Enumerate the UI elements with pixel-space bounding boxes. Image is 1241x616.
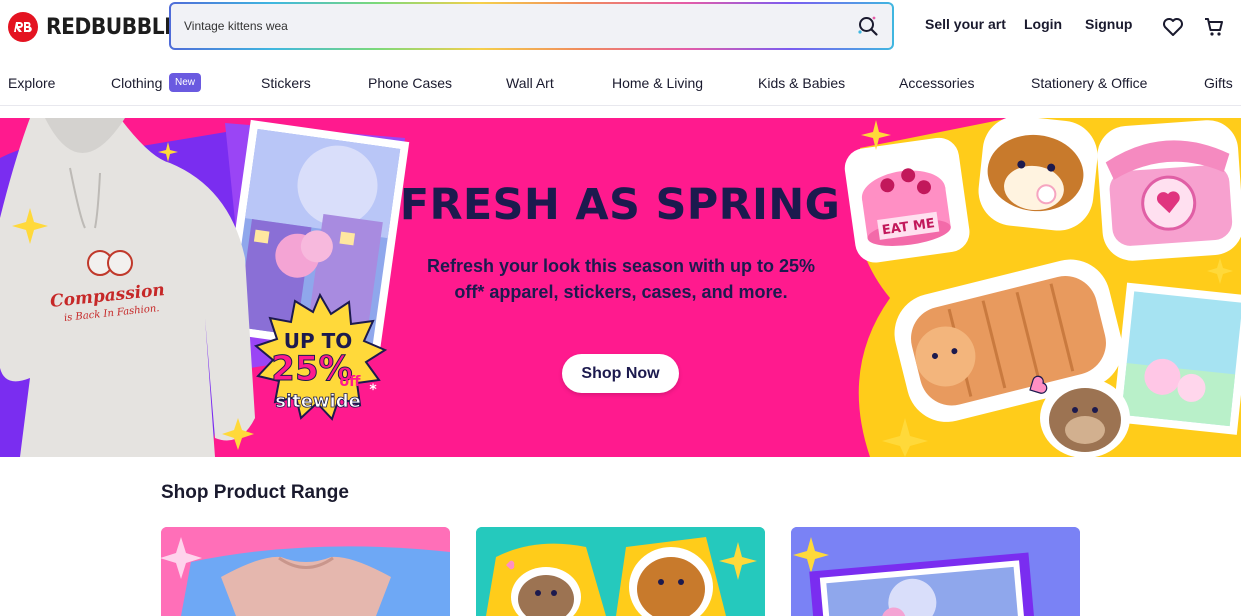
section-title: Shop Product Range: [161, 482, 349, 503]
promo-asterisk: *: [369, 382, 377, 398]
sell-your-art-link[interactable]: Sell your art: [925, 16, 1006, 32]
redbubble-logo[interactable]: REDBUBBLE: [8, 11, 189, 43]
nav-item-phone-cases[interactable]: Phone Cases: [368, 75, 452, 91]
category-nav: Explore Clothing New Stickers Phone Case…: [0, 64, 1241, 106]
nav-item-kids-babies[interactable]: Kids & Babies: [758, 75, 845, 91]
heart-icon[interactable]: [1161, 15, 1185, 39]
search-bar: [169, 2, 894, 50]
site-header: REDBUBBLE Sell your art Login Signup: [0, 0, 1241, 56]
promo-sitewide: sitewide: [275, 391, 361, 412]
product-card-wall-art[interactable]: [791, 527, 1080, 616]
nav-item-gifts[interactable]: Gifts: [1204, 75, 1233, 91]
signup-link[interactable]: Signup: [1085, 16, 1132, 32]
search-icon[interactable]: [856, 14, 880, 38]
login-link[interactable]: Login: [1024, 16, 1062, 32]
nav-item-stationery-office[interactable]: Stationery & Office: [1031, 75, 1147, 91]
nav-item-wall-art[interactable]: Wall Art: [506, 75, 554, 91]
stickers-card-image: [476, 527, 765, 616]
banner-subtitle: Refresh your look this season with up to…: [426, 256, 816, 302]
stickers-artwork: EAT ME: [844, 118, 1241, 457]
cart-icon[interactable]: [1202, 15, 1226, 39]
new-badge: New: [169, 73, 202, 92]
apparel-card-image: [161, 527, 450, 616]
promo-off: off: [340, 374, 362, 390]
product-card-apparel[interactable]: [161, 527, 450, 616]
brand-name: REDBUBBLE: [46, 14, 178, 40]
hoodie-artwork: Compassion is Back In Fashion. UP TO 25%…: [0, 118, 410, 457]
shop-now-button[interactable]: Shop Now: [562, 354, 679, 393]
banner-title: FRESH AS SPRING: [399, 180, 841, 230]
nav-item-accessories[interactable]: Accessories: [899, 75, 974, 91]
nav-item-explore[interactable]: Explore: [8, 75, 55, 91]
redbubble-logo-icon: [8, 12, 38, 42]
nav-item-clothing[interactable]: Clothing: [111, 75, 162, 91]
wall-art-card-image: [791, 527, 1080, 616]
product-card-stickers[interactable]: [476, 527, 765, 616]
hero-banner[interactable]: Compassion is Back In Fashion. UP TO 25%…: [0, 118, 1241, 457]
nav-item-home-living[interactable]: Home & Living: [612, 75, 703, 91]
search-input[interactable]: [184, 19, 856, 33]
nav-item-stickers[interactable]: Stickers: [261, 75, 311, 91]
